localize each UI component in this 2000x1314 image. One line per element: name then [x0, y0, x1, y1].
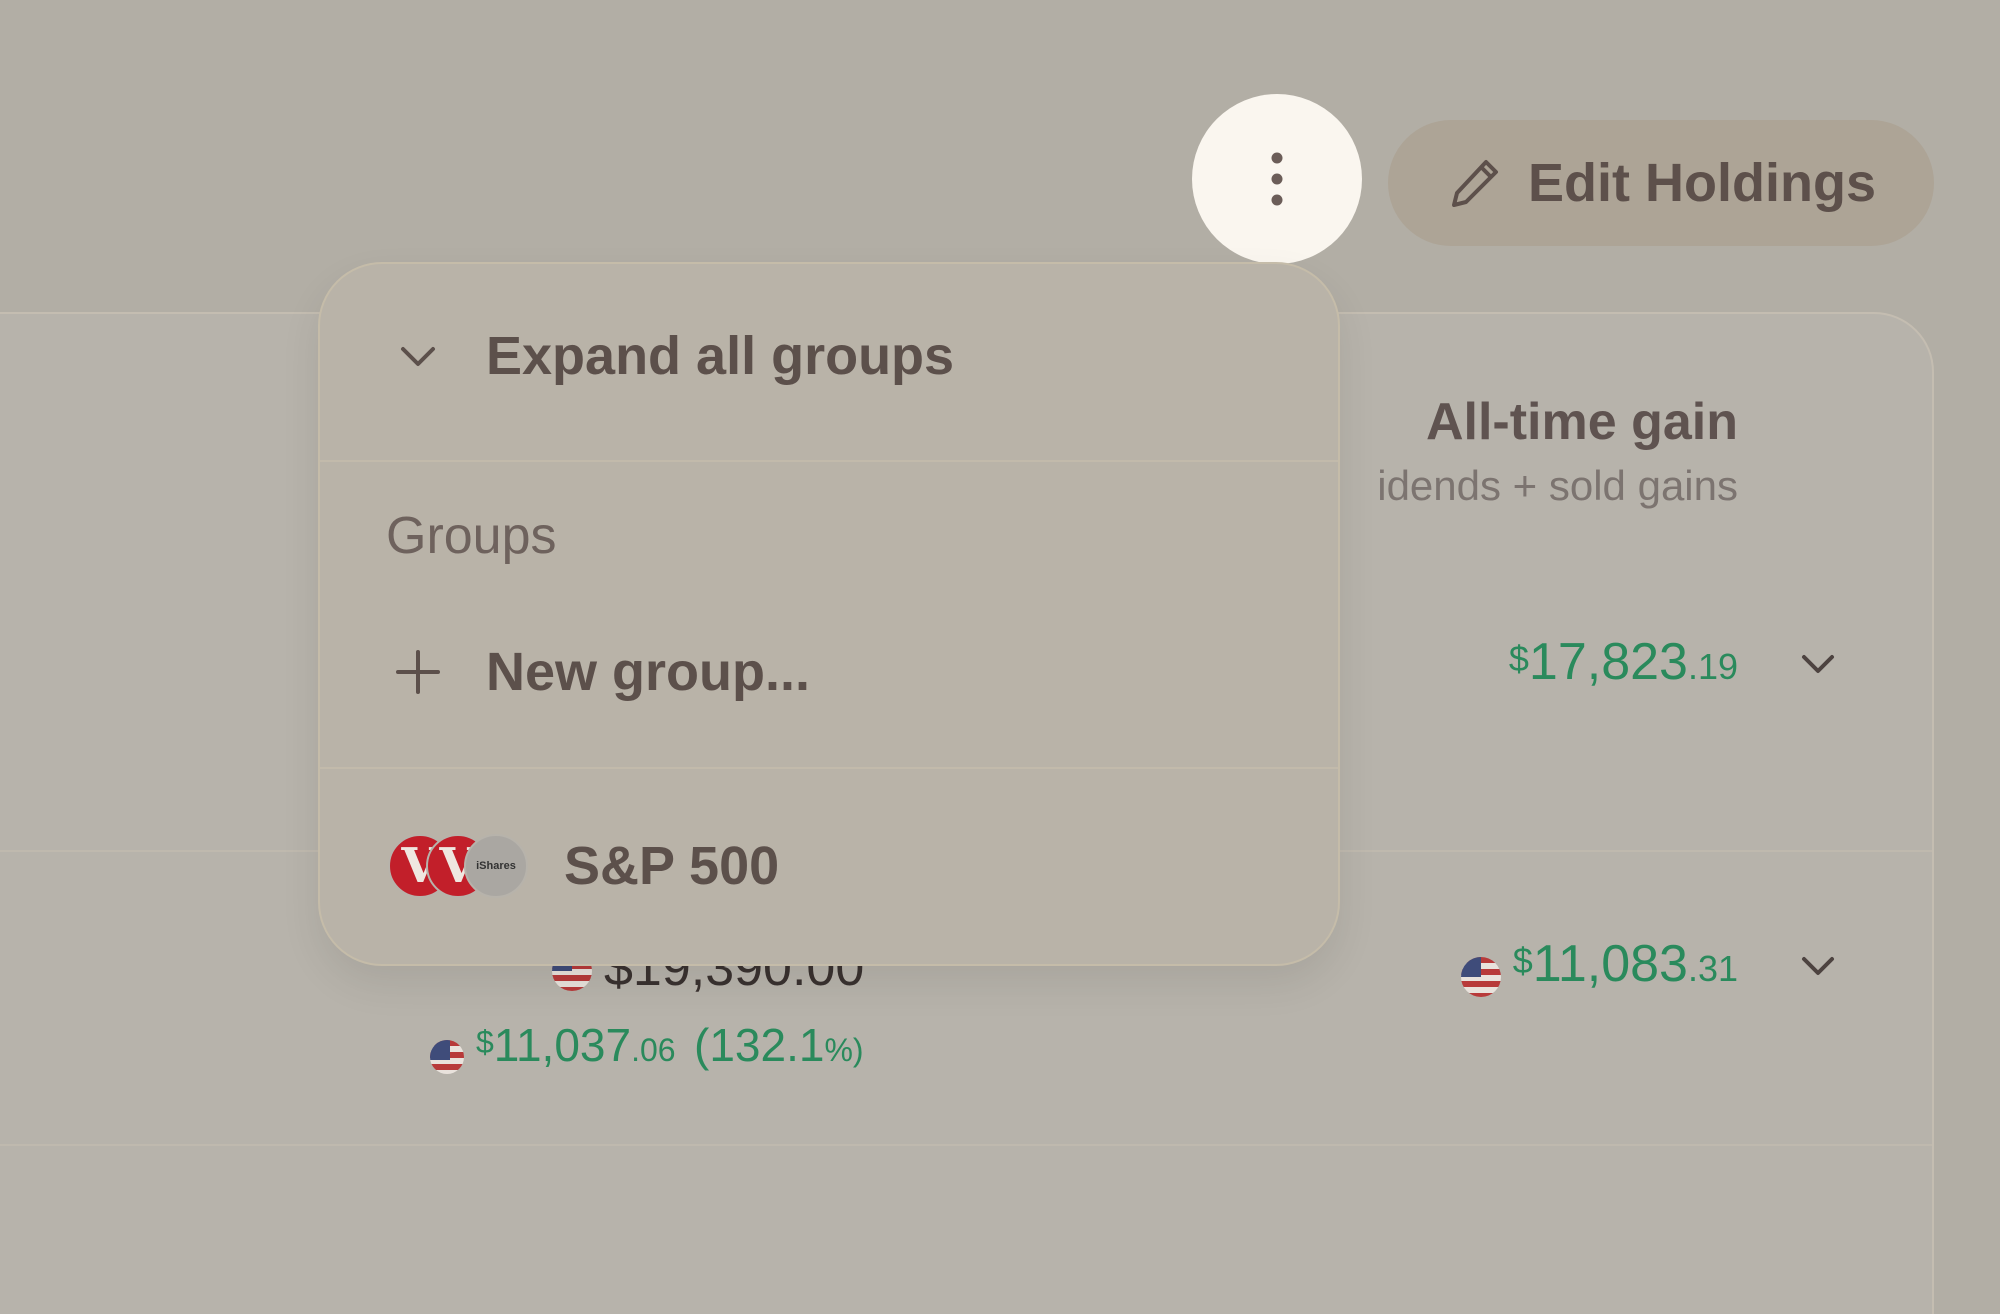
group-logos: V V iShares [388, 834, 528, 898]
pencil-icon [1452, 160, 1499, 207]
us-flag-icon [430, 1039, 464, 1074]
groups-heading: Groups [386, 507, 557, 565]
group-item-label: S&P 500 [564, 836, 780, 896]
plus-icon [396, 650, 440, 694]
edit-holdings-button[interactable]: Edit Holdings [1388, 120, 1934, 246]
row-2-expand-chevron-icon[interactable] [1798, 946, 1838, 986]
chevron-down-icon [401, 347, 435, 366]
menu-divider [320, 460, 1338, 462]
menu-divider [320, 767, 1338, 769]
row-1-gain: $17,823.19 [1508, 633, 1738, 691]
row-2-gain: $11,083.31 [1460, 934, 1738, 997]
edit-holdings-label: Edit Holdings [1528, 153, 1876, 213]
options-menu: Expand all groups Groups New group... V … [318, 262, 1340, 966]
row-2-sub-gain: $11,037.06 (132.1%) [430, 1018, 864, 1074]
expand-all-groups-item[interactable]: Expand all groups [320, 306, 1338, 406]
column-title-all-time-gain: All-time gain [1425, 393, 1738, 451]
row-1-expand-chevron-icon[interactable] [1798, 644, 1838, 684]
us-flag-icon [1460, 956, 1501, 997]
group-item-sp500[interactable]: V V iShares S&P 500 [320, 816, 1338, 916]
new-group-item[interactable]: New group... [320, 622, 1338, 722]
vertical-dots-icon [1271, 152, 1283, 206]
column-subtitle: idends + sold gains [1377, 462, 1738, 509]
more-options-button[interactable] [1192, 94, 1362, 264]
ishares-logo-icon: iShares [464, 834, 528, 898]
row-divider [0, 1144, 1932, 1146]
